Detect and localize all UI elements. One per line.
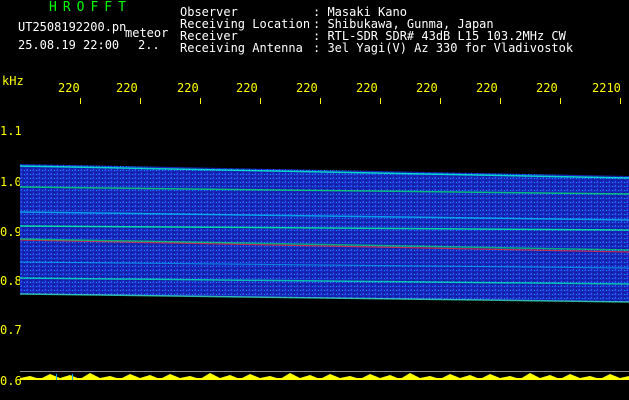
x-tick-label: 220 bbox=[416, 81, 438, 95]
y-axis-unit: kHz bbox=[2, 74, 24, 88]
baseline-divider bbox=[20, 371, 629, 372]
date-time: 25.08.19 22:00 bbox=[18, 38, 120, 52]
x-tick-label: 220 bbox=[236, 81, 258, 95]
x-tick-label: 220 bbox=[58, 81, 80, 95]
x-tick-label: 220 bbox=[177, 81, 199, 95]
x-tick-label: 220 bbox=[536, 81, 558, 95]
antenna-label: Receiving Antenna bbox=[180, 41, 303, 55]
x-tick-label: 220 bbox=[116, 81, 138, 95]
level-trace bbox=[20, 373, 629, 380]
level-marker bbox=[72, 374, 73, 380]
level-marker bbox=[56, 374, 57, 380]
x-tick-label: 2210 bbox=[592, 81, 621, 95]
antenna-value: : 3el Yagi(V) Az 330 for Vladivostok bbox=[313, 41, 574, 55]
y-tick-label: 1.1 bbox=[0, 124, 22, 138]
y-tick-label: 0.8 bbox=[0, 274, 22, 288]
file-name: UT2508192200.pn bbox=[18, 20, 127, 34]
x-tick-label: 220 bbox=[356, 81, 378, 95]
x-tick-label: 220 bbox=[296, 81, 318, 95]
y-tick-label: 0.6 bbox=[0, 374, 22, 388]
x-tick-label: 220 bbox=[476, 81, 498, 95]
y-tick-label: 0.9 bbox=[0, 225, 22, 239]
spectrogram-plot bbox=[20, 164, 629, 380]
date-time-extra: 2.. bbox=[138, 38, 160, 52]
y-tick-label: 1.0 bbox=[0, 175, 22, 189]
app-brand: HROFFT bbox=[49, 0, 132, 15]
y-tick-label: 0.7 bbox=[0, 323, 22, 337]
